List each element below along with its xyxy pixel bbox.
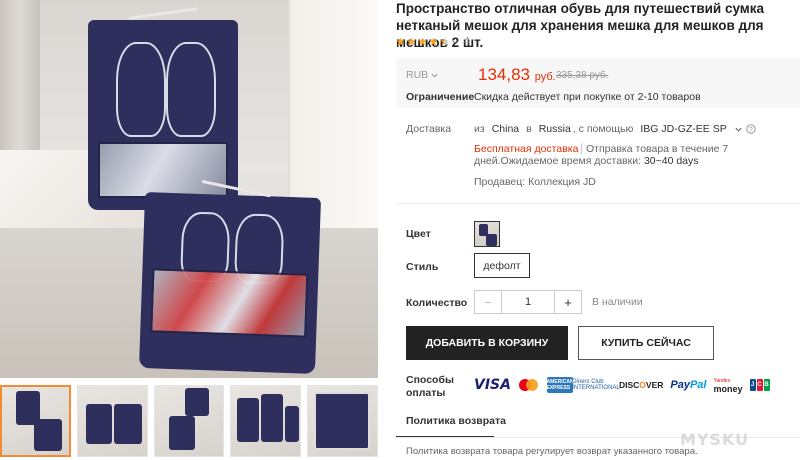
tab-return-policy[interactable]: Политика возврата: [406, 415, 506, 427]
payment-methods-label: Способы оплаты: [406, 374, 454, 399]
chevron-down-icon: [452, 39, 458, 44]
quantity-label: Количество: [406, 297, 468, 309]
thumbnail-strip: [0, 385, 379, 457]
thumbnail-3[interactable]: [153, 385, 225, 457]
restriction-text: Скидка действует при покупке от 2-10 тов…: [474, 91, 701, 103]
shipping-from-word: из: [474, 123, 485, 135]
jcb-b: B: [763, 379, 770, 391]
chevron-down-icon: [431, 73, 438, 78]
yandex-money-icon: Yandex money: [713, 377, 743, 394]
jcb-c: C: [756, 379, 763, 391]
review-count: 4: [464, 36, 470, 47]
discover-part-2: O: [639, 380, 646, 390]
jcb-icon: J C B: [749, 377, 770, 393]
paypal-part-2: Pal: [689, 379, 707, 391]
star-full-icon: [418, 37, 427, 46]
mastercard-icon: [518, 377, 540, 393]
return-policy-text: Политика возврата товара регулирует возв…: [406, 446, 698, 457]
restriction-label: Ограничение: [406, 91, 475, 103]
current-price-value: 134,83: [478, 65, 530, 84]
rating-summary[interactable]: 4: [396, 36, 470, 47]
current-price: 134,83 руб.: [478, 65, 556, 85]
section-divider: [396, 203, 800, 204]
yandex-bottom: money: [713, 384, 743, 394]
shipping-to: Russia: [538, 123, 571, 135]
add-to-cart-button[interactable]: ДОБАВИТЬ В КОРЗИНУ: [406, 326, 568, 360]
currency-selector[interactable]: RUB: [406, 69, 439, 81]
style-label: Стиль: [406, 261, 439, 273]
star-half-icon: [440, 37, 449, 46]
currency-label: RUB: [406, 69, 429, 81]
style-option-default[interactable]: дефолт: [474, 253, 530, 278]
quantity-input[interactable]: [502, 291, 554, 313]
paypal-part-1: Pay: [670, 379, 690, 391]
shipping-from: China: [491, 123, 520, 135]
discover-part-3: VER: [645, 380, 664, 390]
discover-part-1: DISC: [618, 380, 640, 390]
star-full-icon: [396, 37, 405, 46]
paypal-icon: Pay Pal: [670, 377, 706, 393]
thumbnail-4[interactable]: [230, 385, 302, 457]
visa-icon: VISA: [474, 377, 511, 393]
thumbnail-2[interactable]: [76, 385, 148, 457]
color-label: Цвет: [406, 228, 431, 240]
seller-info: Продавец: Коллекция JD: [474, 176, 596, 188]
payment-icons: VISA AMERICAN EXPRESS Diners Club INTERN…: [474, 377, 770, 394]
amex-icon: AMERICAN EXPRESS: [546, 377, 574, 393]
star-full-icon: [429, 37, 438, 46]
thumbnail-5[interactable]: [307, 385, 379, 457]
thumbnail-1[interactable]: [0, 385, 71, 457]
shipping-label: Доставка: [406, 123, 452, 135]
watermark-logo: MYSKU: [680, 430, 750, 449]
main-product-image[interactable]: [0, 0, 378, 378]
quantity-stepper: − +: [474, 290, 582, 314]
svg-text:?: ?: [749, 127, 753, 134]
color-option-1[interactable]: [474, 221, 500, 247]
old-price: 335,38 руб.: [556, 70, 609, 81]
shipping-days: 30~40 days: [643, 155, 699, 167]
chevron-down-icon[interactable]: [734, 125, 743, 134]
shipping-method[interactable]: IBG JD-GZ-EE SP: [640, 123, 726, 135]
star-full-icon: [407, 37, 416, 46]
shipping-to-word: в: [526, 123, 532, 135]
shipping-route: из China в Russia , с помощью IBG JD-GZ-…: [474, 123, 756, 135]
quantity-decrease-button[interactable]: −: [475, 291, 502, 313]
help-icon[interactable]: ?: [746, 124, 756, 134]
current-price-unit: руб.: [534, 71, 556, 83]
jcb-j: J: [749, 379, 756, 391]
buy-now-button[interactable]: КУПИТЬ СЕЙЧАС: [578, 326, 714, 360]
shoe-bag-lower: [138, 179, 322, 375]
product-info-panel: Пространство отличная обувь для путешест…: [396, 0, 800, 460]
price-box: RUB 134,83 руб. 335,38 руб. Ограничение …: [396, 58, 800, 108]
shipping-detail: Отправка товара в течение 7 дней.Ожидаем…: [474, 143, 796, 167]
diners-club-icon: Diners Club INTERNATIONAL: [572, 379, 620, 391]
quantity-increase-button[interactable]: +: [554, 291, 581, 313]
discover-icon: DISC O VER: [619, 377, 663, 393]
shipping-via-word: , с помощью: [572, 123, 634, 135]
shoe-bag-upper: [88, 7, 238, 210]
stock-status: В наличии: [592, 296, 643, 308]
